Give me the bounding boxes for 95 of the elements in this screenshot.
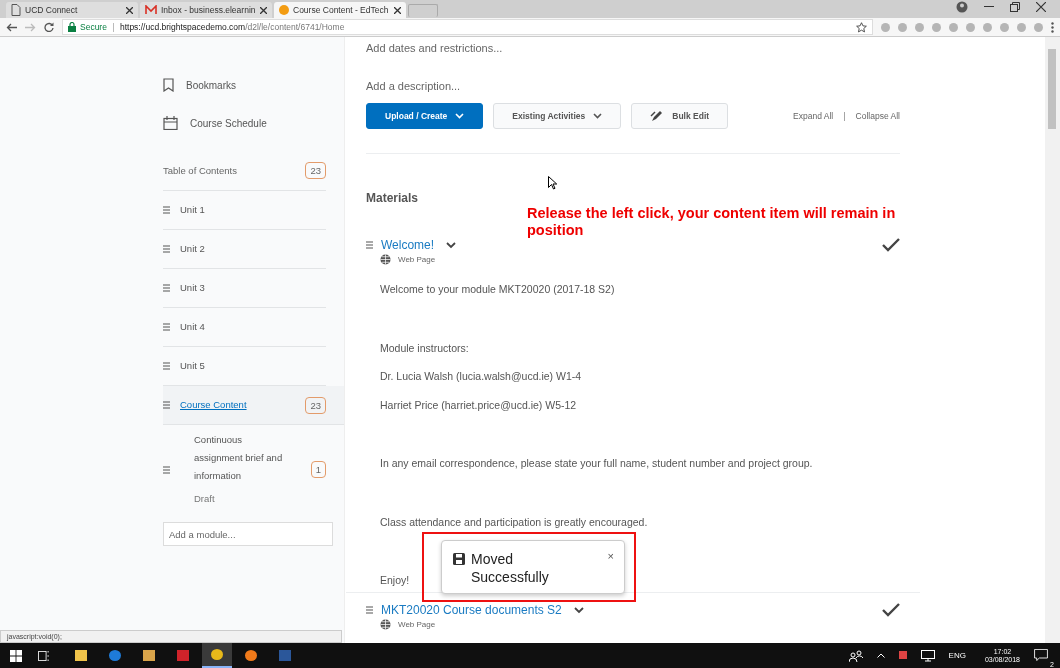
module-name: Unit 3 bbox=[180, 280, 206, 295]
task-view-icon[interactable] bbox=[38, 650, 50, 661]
module-name: Course Content bbox=[180, 397, 248, 412]
mail-icon bbox=[145, 5, 157, 15]
checkmark-icon bbox=[882, 238, 900, 252]
close-icon[interactable] bbox=[1036, 2, 1046, 12]
profile-icon[interactable] bbox=[956, 1, 968, 13]
body-text: Class attendance and participation is greatly encouraged. bbox=[380, 515, 648, 528]
body-text: Welcome to your module MKT20020 (2017-18 S2) bbox=[380, 283, 615, 295]
collapse-all-link[interactable]: Collapse All bbox=[855, 111, 900, 121]
close-icon[interactable] bbox=[126, 6, 133, 14]
body-text: Dr. Lucia Walsh (lucia.walsh@ucd.ie) W1-4 bbox=[380, 370, 582, 382]
taskbar-app[interactable] bbox=[202, 643, 232, 668]
site-icon bbox=[279, 5, 289, 15]
checkmark-icon bbox=[882, 603, 900, 617]
reload-icon[interactable] bbox=[44, 22, 54, 32]
module-item[interactable]: Course Content 23 bbox=[163, 386, 344, 425]
body-text: In any email correspondence, please state your full name, student number and project group. bbox=[380, 457, 813, 469]
draft-status: Draft bbox=[194, 492, 216, 507]
people-icon[interactable] bbox=[848, 649, 863, 662]
scrollbar[interactable] bbox=[1045, 37, 1060, 643]
monitor-icon[interactable] bbox=[920, 649, 935, 662]
toc-heading: Table of Contents bbox=[163, 164, 237, 176]
windows-start-icon[interactable] bbox=[10, 649, 22, 662]
sidebar-link[interactable]: Bookmarks bbox=[163, 66, 326, 104]
browser-tab[interactable]: Course Content - EdTech bbox=[274, 2, 406, 18]
body-text: Harriet Price (harriet.price@ucd.ie) W5-12 bbox=[380, 398, 577, 411]
chevron-down-icon bbox=[593, 113, 603, 119]
minimize-icon[interactable] bbox=[984, 6, 994, 8]
item-count: 23 bbox=[305, 161, 326, 179]
close-icon[interactable] bbox=[260, 6, 267, 14]
drag-handle-icon[interactable] bbox=[163, 401, 170, 409]
item-count: 23 bbox=[305, 396, 326, 414]
secure-label: Secure bbox=[80, 22, 107, 32]
calendar-icon bbox=[163, 116, 178, 130]
back-arrow-icon[interactable] bbox=[6, 22, 17, 32]
globe-icon bbox=[380, 254, 391, 265]
bookmark-icon bbox=[163, 78, 174, 92]
drag-handle-icon[interactable] bbox=[163, 245, 170, 253]
item-count: 1 bbox=[310, 461, 326, 479]
module-item[interactable]: Unit 1 bbox=[163, 191, 326, 230]
module-item[interactable]: Unit 3 bbox=[163, 269, 326, 308]
item-type: Web Page bbox=[398, 255, 436, 264]
module-item[interactable]: Continuous assignment brief and information Draft 1 bbox=[163, 425, 326, 515]
drag-handle-icon[interactable] bbox=[163, 206, 170, 214]
drag-handle-icon[interactable] bbox=[163, 284, 170, 292]
content-item-link[interactable]: Welcome! bbox=[381, 238, 435, 252]
chevron-down-icon bbox=[455, 113, 465, 119]
chevron-up-icon[interactable] bbox=[876, 653, 885, 658]
module-name: Unit 5 bbox=[180, 358, 206, 373]
star-icon[interactable] bbox=[856, 21, 867, 33]
input-language[interactable]: ENG bbox=[948, 651, 966, 660]
restore-icon[interactable] bbox=[1010, 2, 1020, 12]
drag-handle-icon[interactable] bbox=[366, 241, 373, 249]
module-name: Unit 2 bbox=[180, 241, 206, 256]
drag-handle-icon[interactable] bbox=[163, 323, 170, 331]
add-dates-link[interactable]: Add dates and restrictions... bbox=[366, 42, 900, 54]
body-text: Enjoy! bbox=[380, 574, 410, 586]
bulk-edit-button[interactable]: Bulk Edit bbox=[631, 103, 729, 129]
chevron-down-icon[interactable] bbox=[573, 606, 584, 614]
body-text: Module instructors: bbox=[380, 341, 469, 354]
drag-handle-icon[interactable] bbox=[163, 362, 170, 370]
module-name: Unit 1 bbox=[180, 202, 206, 217]
module-name: Continuous assignment brief and information bbox=[194, 433, 284, 484]
close-icon[interactable] bbox=[394, 6, 401, 14]
module-name: Unit 4 bbox=[180, 319, 206, 334]
existing-activities-button[interactable]: Existing Activities bbox=[493, 103, 622, 129]
browser-tab[interactable]: Inbox - business.elearnin bbox=[140, 2, 272, 18]
sidebar-link[interactable]: Course Schedule bbox=[163, 104, 326, 142]
browser-tab[interactable]: UCD Connect bbox=[6, 2, 138, 18]
pencil-icon bbox=[650, 110, 665, 122]
add-module-field[interactable]: Add a module... bbox=[163, 522, 333, 547]
page-icon bbox=[11, 4, 21, 16]
chevron-down-icon[interactable] bbox=[446, 241, 457, 249]
url-text: https://ucd.brightspacedemo.com/d2l/le/content/6741/Home bbox=[119, 22, 346, 32]
drag-handle-icon[interactable] bbox=[366, 606, 373, 614]
module-item[interactable]: Unit 4 bbox=[163, 308, 326, 347]
save-icon bbox=[453, 553, 465, 565]
content-item-link[interactable]: MKT20020 Course documents S2 bbox=[381, 603, 562, 617]
separator-text: | bbox=[843, 111, 846, 121]
address-bar[interactable]: Secure https://ucd.brightspacedemo.com/d2l/le/content/6741/Home bbox=[62, 19, 873, 35]
mouse-pointer-icon bbox=[548, 176, 557, 190]
toast-message: Moved Successfully bbox=[471, 550, 550, 586]
lock-icon bbox=[68, 22, 76, 32]
expand-all-link[interactable]: Expand All bbox=[793, 111, 834, 121]
annotation-text: Release the left click, your content item will remain in position bbox=[527, 205, 897, 239]
upload-create-button[interactable]: Upload / Create bbox=[366, 103, 484, 129]
toast-close-button[interactable]: × bbox=[607, 550, 614, 562]
section-heading: Materials bbox=[366, 191, 419, 205]
add-description-link[interactable]: Add a description... bbox=[366, 80, 900, 92]
menu-icon[interactable] bbox=[1051, 21, 1054, 33]
drag-handle-icon[interactable] bbox=[163, 465, 170, 474]
globe-icon bbox=[380, 619, 391, 630]
item-type: Web Page bbox=[398, 620, 436, 629]
module-item[interactable]: Unit 2 bbox=[163, 230, 326, 269]
